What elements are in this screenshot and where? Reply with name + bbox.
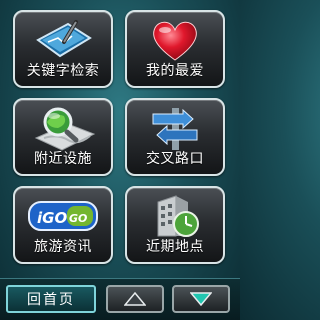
bottom-toolbar: 回首页 <box>0 278 240 320</box>
menu-tile-keyword-search[interactable]: 关键字检索 <box>13 10 113 88</box>
igogo-logo-icon: iGO GO <box>15 192 111 240</box>
menu-tile-label: 近期地点 <box>146 239 204 255</box>
menu-tile-label: 交叉路口 <box>146 151 204 167</box>
heart-icon <box>127 16 223 64</box>
svg-text:GO: GO <box>69 212 87 225</box>
menu-tile-intersection[interactable]: 交叉路口 <box>125 98 225 176</box>
menu-tile-travel-info[interactable]: iGO GO 旅游资讯 <box>13 186 113 264</box>
triangle-down-icon <box>190 292 212 306</box>
menu-tile-label: 附近设施 <box>34 151 92 167</box>
svg-text:iGO: iGO <box>37 209 67 227</box>
crossroad-sign-icon <box>127 104 223 152</box>
menu-tile-recent-places[interactable]: 近期地点 <box>125 186 225 264</box>
home-button[interactable]: 回首页 <box>6 285 96 313</box>
tablet-pen-icon <box>15 16 111 64</box>
magnifier-map-icon <box>15 104 111 152</box>
page-up-button[interactable] <box>106 285 164 313</box>
menu-tile-label: 我的最爱 <box>146 63 204 79</box>
triangle-up-icon <box>124 292 146 306</box>
menu-tile-label: 旅游资讯 <box>34 239 92 255</box>
menu-tile-label: 关键字检索 <box>26 63 100 79</box>
menu-tile-nearby-facilities[interactable]: 附近设施 <box>13 98 113 176</box>
menu-tile-favorites[interactable]: 我的最爱 <box>125 10 225 88</box>
page-down-button[interactable] <box>172 285 230 313</box>
building-clock-icon <box>127 192 223 240</box>
